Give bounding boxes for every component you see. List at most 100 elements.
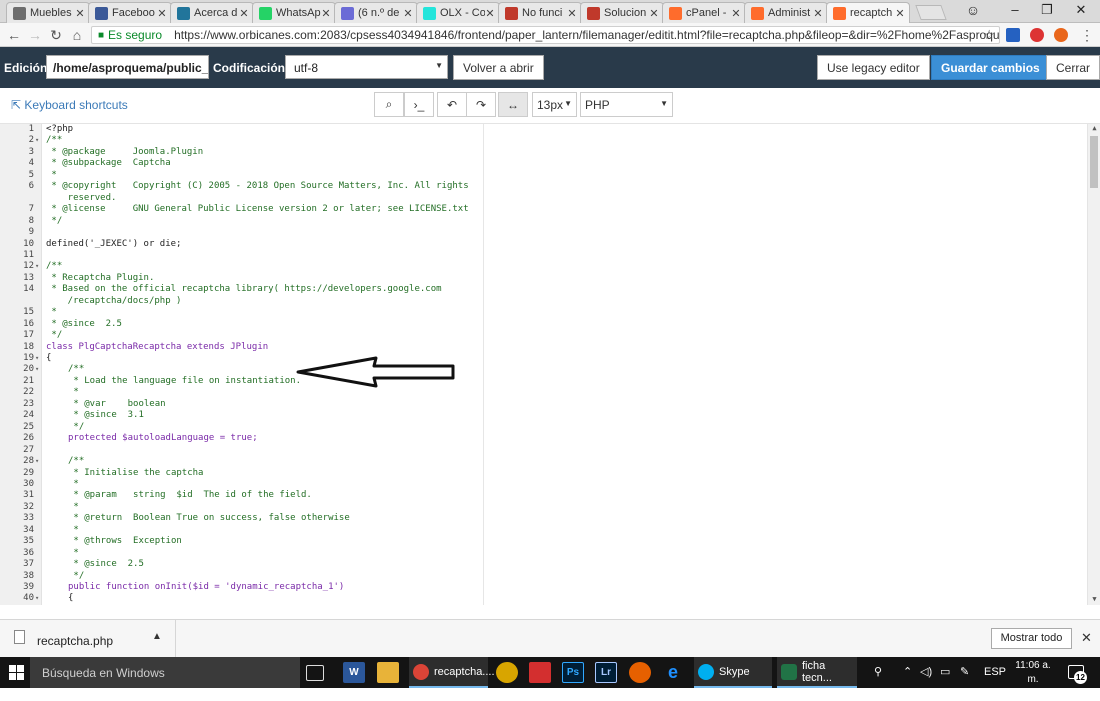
code-line: {	[46, 353, 52, 363]
tab-close-icon[interactable]: ✕	[895, 7, 905, 20]
code-line: * @since 2.5	[46, 318, 122, 329]
font-size-select[interactable]: 13px ▼	[532, 92, 577, 117]
browser-tab[interactable]: recaptch ✕	[826, 2, 910, 23]
chevron-up-icon[interactable]: ▲	[152, 631, 162, 642]
show-all-button[interactable]: Mostrar todo	[991, 628, 1072, 649]
scroll-down-icon[interactable]: ▼	[1089, 595, 1100, 605]
tab-close-icon[interactable]: ✕	[321, 7, 331, 20]
redo-button[interactable]: ↷	[466, 92, 496, 117]
pdf-icon[interactable]	[529, 662, 551, 683]
tab-close-icon[interactable]: ✕	[75, 7, 85, 20]
tab-close-icon[interactable]: ✕	[731, 7, 741, 20]
scroll-up-icon[interactable]: ▲	[1089, 124, 1100, 134]
reload-icon[interactable]: ↻	[48, 27, 64, 44]
tab-close-icon[interactable]: ✕	[239, 7, 249, 20]
app-icon[interactable]	[496, 662, 518, 683]
word-icon[interactable]: W	[343, 662, 365, 683]
network-icon[interactable]: ▭	[940, 665, 950, 678]
browser-tab[interactable]: No funci ✕	[498, 2, 582, 23]
tab-close-icon[interactable]: ✕	[567, 7, 577, 20]
language-select[interactable]: PHP ▼	[580, 92, 673, 117]
line-number: 33	[23, 513, 34, 524]
maximize-button[interactable]: ❐	[1032, 2, 1062, 18]
tab-close-icon[interactable]: ✕	[813, 7, 823, 20]
fold-toggle-icon[interactable]: ▾	[35, 261, 39, 273]
browser-tab[interactable]: Solucion ✕	[580, 2, 664, 23]
vertical-scrollbar[interactable]: ▲ ▼	[1087, 124, 1100, 605]
back-icon[interactable]: ←	[6, 27, 22, 43]
window-close-button[interactable]: ✕	[1066, 2, 1096, 18]
lightroom-icon[interactable]: Lr	[595, 662, 617, 683]
reopen-button[interactable]: Volver a abrir	[453, 55, 544, 80]
wrap-toggle-button[interactable]: ↔	[498, 92, 528, 117]
edge-icon[interactable]: e	[662, 662, 684, 683]
fold-toggle-icon[interactable]: ▾	[35, 593, 39, 605]
line-number: 24	[23, 410, 34, 421]
people-icon[interactable]: ⚲	[874, 665, 882, 678]
download-item[interactable]: recaptcha.php ▲	[0, 620, 176, 658]
browser-tab[interactable]: cPanel - ✕	[662, 2, 746, 23]
close-downloads-icon[interactable]: ✕	[1081, 630, 1092, 646]
tab-close-icon[interactable]: ✕	[485, 7, 495, 20]
home-icon[interactable]: ⌂	[69, 27, 85, 43]
fold-toggle-icon[interactable]: ▾	[35, 364, 39, 376]
extension-icon[interactable]	[1006, 28, 1020, 42]
new-tab-button[interactable]	[915, 5, 947, 20]
extension-icon[interactable]	[1030, 28, 1044, 42]
browser-tab[interactable]: WhatsAp ✕	[252, 2, 336, 23]
line-number: 31	[23, 490, 34, 501]
firefox-icon[interactable]	[629, 662, 651, 683]
extension-icon[interactable]	[1054, 28, 1068, 42]
close-button[interactable]: Cerrar	[1046, 55, 1100, 80]
forward-icon[interactable]: →	[27, 27, 43, 43]
keyboard-shortcuts-link[interactable]: ⇱ Keyboard shortcuts	[11, 98, 128, 112]
search-button[interactable]: ⌕	[374, 92, 404, 117]
code-editor[interactable]: 1 2 ▾ 3 4 5 6 7 8 9 10 11 12 ▾ 13 14 15 16 17 18 19 ▾ 20 ▾ 21 22 2…	[0, 124, 1100, 605]
undo-button[interactable]: ↶	[437, 92, 467, 117]
taskbar-skype-app[interactable]: Skype	[694, 657, 772, 688]
minimize-button[interactable]: –	[1000, 2, 1030, 17]
code-line: /**	[46, 135, 63, 146]
code-line: */	[46, 330, 63, 341]
legacy-editor-button[interactable]: Use legacy editor	[817, 55, 930, 80]
clock[interactable]: 11:06 a. m. 5/05/2018	[1010, 659, 1056, 701]
tab-close-icon[interactable]: ✕	[649, 7, 659, 20]
line-number: 26	[23, 433, 34, 444]
line-number: 16	[23, 318, 34, 329]
url-bar[interactable]: ■ Es seguro https://www.orbicanes.com:20…	[91, 26, 1000, 44]
scrollbar-thumb[interactable]	[1090, 136, 1098, 188]
profile-icon[interactable]: ☺	[958, 2, 988, 18]
bookmark-star-icon[interactable]: ☆	[983, 27, 995, 43]
save-button[interactable]: Guardar cambios	[931, 55, 1050, 80]
browser-tab[interactable]: Muebles ✕	[6, 2, 90, 23]
fold-toggle-icon[interactable]: ▾	[35, 456, 39, 468]
taskbar-search-box[interactable]: Búsqueda en Windows	[30, 657, 300, 688]
taskbar-excel-app[interactable]: ficha tecn...	[777, 657, 857, 688]
show-hidden-icons[interactable]: ⌃	[903, 665, 912, 678]
browser-tab-strip: Muebles ✕ Faceboo ✕ Acerca d ✕ WhatsAp ✕ (6 n.º …	[0, 0, 1100, 23]
browser-tab[interactable]: Faceboo ✕	[88, 2, 172, 23]
editor-toolbar: ⇱ Keyboard shortcuts ⌕ ›_ ↶ ↷ ↔ 13px ▼ PH…	[0, 88, 1100, 124]
browser-tab[interactable]: Administ ✕	[744, 2, 828, 23]
windows-start-icon[interactable]	[9, 665, 25, 681]
goto-line-button[interactable]: ›_	[404, 92, 434, 117]
language-indicator[interactable]: ESP	[984, 666, 1006, 678]
pen-icon[interactable]: ✎	[960, 665, 969, 678]
line-number: 34	[23, 524, 34, 535]
tab-close-icon[interactable]: ✕	[157, 7, 167, 20]
browser-tab[interactable]: Acerca d ✕	[170, 2, 254, 23]
browser-tab[interactable]: (6 n.º de ✕	[334, 2, 418, 23]
menu-icon[interactable]: ⋮	[1079, 27, 1095, 44]
encoding-select[interactable]: utf-8 ▼	[285, 55, 448, 79]
code-line: */	[68, 421, 85, 432]
task-view-icon[interactable]	[306, 665, 324, 681]
taskbar-chrome-app[interactable]: recaptcha....	[409, 657, 495, 688]
fold-toggle-icon[interactable]: ▾	[35, 353, 39, 365]
photoshop-icon[interactable]: Ps	[562, 662, 584, 683]
file-explorer-icon[interactable]	[377, 662, 399, 683]
volume-icon[interactable]: ◁)	[920, 665, 932, 678]
file-path-input[interactable]: /home/asproquema/public_html	[46, 55, 209, 79]
tab-close-icon[interactable]: ✕	[403, 7, 413, 20]
fold-toggle-icon[interactable]: ▾	[35, 135, 39, 147]
browser-tab[interactable]: OLX - Co ✕	[416, 2, 500, 23]
